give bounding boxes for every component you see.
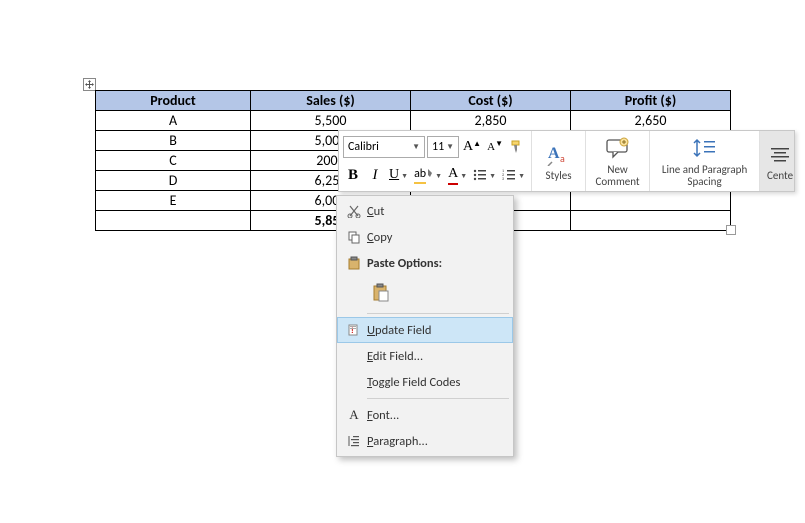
menu-font[interactable]: A Font... [337,402,513,428]
menu-edit-field-label: Edit Field... [367,349,503,364]
mini-toolbar: Calibri ▼ 11 ▼ A▲ A▼ B I U▼ ab [338,130,795,192]
menu-copy[interactable]: Copy [337,224,513,250]
svg-text:a: a [560,152,565,165]
menu-toggle-field-codes-label: Toggle Field Codes [367,375,503,390]
cell-product[interactable]: C [96,151,251,171]
font-name-combobox[interactable]: Calibri ▼ [343,136,425,158]
line-spacing-label: Line and ParagraphSpacing [662,164,747,188]
format-painter-icon [509,139,525,155]
col-header-sales[interactable]: Sales ($) [251,91,411,111]
font-color-icon: A [448,166,458,185]
underline-button[interactable]: U▼ [387,164,410,186]
cell-profit[interactable]: 2,650 [571,111,731,131]
font-size-combobox[interactable]: 11 ▼ [427,136,459,158]
menu-copy-label: Copy [367,230,503,245]
cell-product[interactable]: B [96,131,251,151]
cell-sales[interactable]: 5,500 [251,111,411,131]
font-name-value: Calibri [348,140,379,154]
col-header-cost[interactable]: Cost ($) [411,91,571,111]
chevron-down-icon: ▼ [412,142,420,152]
cell-product[interactable]: E [96,191,251,211]
context-menu: Cut Copy Paste Options: ! Update Field E… [336,195,514,457]
shrink-font-button[interactable]: A▼ [485,136,505,158]
svg-text:!: ! [351,326,354,336]
chevron-down-icon: ▼ [433,164,444,186]
bold-button[interactable]: B [343,164,363,186]
new-comment-label: NewComment [596,164,640,188]
cell-cost[interactable]: 2,850 [411,111,571,131]
menu-font-label: Font... [367,408,503,423]
table-row: A 5,500 2,850 2,650 [96,111,731,131]
bullets-icon [473,168,487,182]
grow-font-button[interactable]: A▲ [461,136,483,158]
highlight-icon: ab [414,166,426,184]
menu-separator [367,313,509,314]
cell-profit[interactable] [571,191,731,211]
chevron-down-icon: ▼ [399,164,410,186]
paste-icon [341,256,367,270]
format-painter-button[interactable] [507,136,527,158]
numbering-button[interactable]: 1 2 3 ▼ [500,164,527,186]
menu-separator [367,398,509,399]
new-comment-button[interactable]: NewComment [586,131,650,191]
copy-icon [341,230,367,244]
menu-paste-options-header: Paste Options: [337,250,513,276]
font-color-button[interactable]: A ▼ [446,164,469,186]
cell-product[interactable] [96,211,251,231]
update-field-icon: ! [341,323,367,337]
cell-product[interactable]: D [96,171,251,191]
chevron-down-icon: ▼ [458,164,469,186]
caret-up-icon: ▲ [473,139,481,149]
center-label: Cente [767,169,793,182]
menu-cut-label: Cut [367,204,503,219]
move-icon [85,80,94,89]
clipboard-icon [371,282,391,302]
line-spacing-button[interactable]: Line and ParagraphSpacing [650,131,760,191]
line-spacing-icon [691,134,719,162]
cell-product[interactable]: A [96,111,251,131]
svg-text:A: A [548,145,560,162]
paragraph-icon [341,434,367,448]
table-resize-handle[interactable] [726,225,736,235]
menu-cut[interactable]: Cut [337,198,513,224]
styles-icon: Aa [545,140,573,168]
menu-edit-field[interactable]: Edit Field... [337,343,513,369]
chevron-down-icon: ▼ [516,164,527,186]
menu-update-field[interactable]: ! Update Field [337,317,513,343]
bullets-button[interactable]: ▼ [471,164,498,186]
col-header-profit[interactable]: Profit ($) [571,91,731,111]
highlight-button[interactable]: ab ▼ [412,164,444,186]
menu-update-field-label: Update Field [367,323,503,338]
table-header-row: Product Sales ($) Cost ($) Profit ($) [96,91,731,111]
menu-paragraph-label: Paragraph... [367,434,503,449]
center-align-button[interactable]: Cente [760,131,794,191]
menu-paste-options-label: Paste Options: [367,256,503,271]
font-size-value: 11 [432,140,444,154]
styles-button[interactable]: Aa Styles [532,131,586,191]
col-header-product[interactable]: Product [96,91,251,111]
cut-icon [341,204,367,218]
numbering-icon: 1 2 3 [502,168,516,182]
italic-button[interactable]: I [365,164,385,186]
align-center-icon [766,141,794,169]
menu-toggle-field-codes[interactable]: Toggle Field Codes [337,369,513,395]
font-icon: A [341,407,367,423]
caret-down-icon: ▼ [495,139,503,149]
paste-keep-source-button[interactable] [367,278,395,306]
cell-profit[interactable] [571,211,731,231]
chevron-down-icon: ▼ [446,142,454,152]
paste-options-row [337,276,513,310]
styles-label: Styles [546,170,572,182]
svg-text:3: 3 [502,177,504,182]
comment-icon [604,134,632,162]
menu-paragraph[interactable]: Paragraph... [337,428,513,454]
chevron-down-icon: ▼ [487,164,498,186]
